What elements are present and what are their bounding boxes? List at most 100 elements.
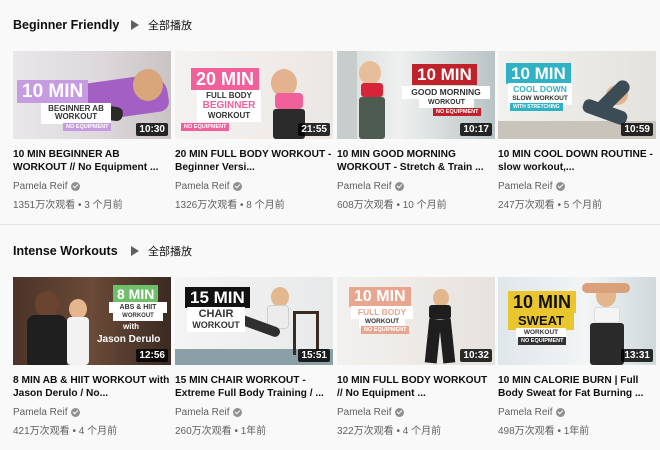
video-title[interactable]: 10 MIN GOOD MORNING WORKOUT - Stretch & … (337, 148, 495, 174)
thumbnail-guest-text: Jason Derulo (97, 334, 161, 345)
shelf-divider (0, 224, 660, 225)
thumbnail-tag-text: NO EQUIPMENT (181, 123, 230, 131)
video-thumbnail[interactable]: 10 MIN BEGINNER AB WORKOUT NO EQUIPMENT … (13, 51, 171, 139)
shelf-header: Intense Workouts 全部播放 (13, 243, 192, 259)
thumbnail-title-text: 10 MIN (412, 64, 477, 85)
verified-check-icon (395, 181, 405, 191)
video-meta: 247万次观看 • 5 个月前 (498, 200, 603, 211)
shelf-header: Beginner Friendly 全部播放 (13, 17, 192, 33)
thumbnail-title-text: 15 MIN (185, 287, 250, 308)
play-all-button[interactable]: 全部播放 (131, 17, 192, 33)
video-card[interactable]: 20 MIN FULL BODY BEGINNER WORKOUT NO EQU… (175, 51, 333, 211)
video-meta: 322万次观看 • 4 个月前 (337, 426, 442, 437)
thumbnail-person (359, 61, 381, 85)
thumbnail-person (271, 287, 289, 307)
video-meta: 260万次观看 • 1年前 (175, 426, 267, 437)
video-thumbnail[interactable]: 10 MIN COOL DOWN SLOW WORKOUT WITH STRET… (498, 51, 656, 139)
verified-check-icon (395, 407, 405, 417)
channel-name[interactable]: Pamela Reif (13, 407, 67, 418)
video-meta: 421万次观看 • 4 个月前 (13, 426, 118, 437)
video-title[interactable]: 10 MIN COOL DOWN ROUTINE - slow workout,… (498, 148, 656, 174)
thumbnail-title-text: 10 MIN (349, 287, 411, 307)
channel-row: Pamela Reif (337, 406, 495, 418)
thumbnail-title-text: 10 MIN (17, 80, 89, 103)
thumbnail-with-text: with (123, 322, 139, 331)
channel-row: Pamela Reif (175, 406, 333, 418)
play-all-label: 全部播放 (148, 20, 192, 32)
video-card[interactable]: 10 MIN SWEAT WORKOUT NO EQUIPMENT 13:31 … (498, 277, 656, 437)
shelf-title[interactable]: Intense Workouts (13, 244, 131, 258)
channel-name[interactable]: Pamela Reif (175, 181, 229, 192)
channel-row: Pamela Reif (13, 406, 171, 418)
video-card[interactable]: 8 MIN ABS & HIIT WORKOUT with Jason Deru… (13, 277, 171, 437)
channel-name[interactable]: Pamela Reif (498, 407, 552, 418)
video-duration: 21:55 (298, 123, 330, 136)
video-thumbnail[interactable]: 10 MIN GOOD MORNING WORKOUT NO EQUIPMENT… (337, 51, 495, 139)
thumbnail-tag-text: NO EQUIPMENT (518, 337, 567, 345)
thumbnail-title-text: 10 MIN (506, 63, 571, 84)
video-card[interactable]: 10 MIN BEGINNER AB WORKOUT NO EQUIPMENT … (13, 51, 171, 211)
thumbnail-title-text: 8 MIN (113, 285, 159, 303)
play-icon (131, 246, 139, 256)
video-title[interactable]: 10 MIN BEGINNER AB WORKOUT // No Equipme… (13, 148, 171, 174)
thumbnail-subtitle-text: SWEAT (508, 312, 574, 330)
video-title[interactable]: 15 MIN CHAIR WORKOUT - Extreme Full Body… (175, 374, 333, 400)
video-card[interactable]: 15 MIN CHAIR WORKOUT 15:51 15 MIN CHAIR … (175, 277, 333, 437)
play-icon (131, 20, 139, 30)
verified-check-icon (233, 407, 243, 417)
video-card[interactable]: 10 MIN FULL BODY WORKOUT NO EQUIPMENT 10… (337, 277, 495, 437)
video-title[interactable]: 20 MIN FULL BODY WORKOUT - Beginner Vers… (175, 148, 333, 174)
channel-name[interactable]: Pamela Reif (337, 407, 391, 418)
thumbnail-subtitle-text: WORKOUT (419, 97, 474, 109)
video-title[interactable]: 8 MIN AB & HIIT WORKOUT with Jason Derul… (13, 374, 171, 400)
video-duration: 10:59 (621, 123, 653, 136)
video-card[interactable]: 10 MIN COOL DOWN SLOW WORKOUT WITH STRET… (498, 51, 656, 211)
verified-check-icon (233, 181, 243, 191)
channel-row: Pamela Reif (13, 180, 171, 192)
thumbnail-subtitle-text: BEGINNER AB WORKOUT (41, 103, 111, 124)
channel-name[interactable]: Pamela Reif (175, 407, 229, 418)
channel-row: Pamela Reif (498, 180, 656, 192)
verified-check-icon (71, 407, 81, 417)
channel-row: Pamela Reif (337, 180, 495, 192)
video-meta: 1326万次观看 • 8 个月前 (175, 200, 285, 211)
video-thumbnail[interactable]: 10 MIN SWEAT WORKOUT NO EQUIPMENT 13:31 (498, 277, 656, 365)
thumbnail-title-text: 10 MIN (508, 291, 577, 313)
verified-check-icon (556, 407, 566, 417)
video-duration: 10:17 (460, 123, 492, 136)
video-thumbnail[interactable]: 20 MIN FULL BODY BEGINNER WORKOUT NO EQU… (175, 51, 333, 139)
video-thumbnail[interactable]: 10 MIN FULL BODY WORKOUT NO EQUIPMENT 10… (337, 277, 495, 365)
video-title[interactable]: 10 MIN CALORIE BURN | Full Body Sweat fo… (498, 374, 656, 400)
thumbnail-subtitle-text: WORKOUT (197, 110, 261, 123)
play-all-button[interactable]: 全部播放 (131, 243, 192, 259)
video-title[interactable]: 10 MIN FULL BODY WORKOUT // No Equipment… (337, 374, 495, 400)
thumbnail-title-text: 20 MIN (191, 68, 260, 90)
channel-name[interactable]: Pamela Reif (498, 181, 552, 192)
thumbnail-tag-text: NO EQUIPMENT (361, 326, 410, 334)
channel-name[interactable]: Pamela Reif (337, 181, 391, 192)
video-duration: 10:32 (460, 349, 492, 362)
channel-row: Pamela Reif (175, 180, 333, 192)
thumbnail-tag-text: NO EQUIPMENT (63, 123, 112, 131)
play-all-label: 全部播放 (148, 246, 192, 258)
video-thumbnail[interactable]: 15 MIN CHAIR WORKOUT 15:51 (175, 277, 333, 365)
channel-row: Pamela Reif (498, 406, 656, 418)
thumbnail-subtitle-text: WORKOUT (187, 319, 245, 333)
thumbnail-tag-text: WITH STRETCHING (510, 103, 563, 111)
video-meta: 498万次观看 • 1年前 (498, 426, 590, 437)
thumbnail-subtitle-text: WORKOUT (113, 311, 163, 322)
video-meta: 608万次观看 • 10 个月前 (337, 200, 447, 211)
thumbnail-person (35, 291, 59, 317)
video-card[interactable]: 10 MIN GOOD MORNING WORKOUT NO EQUIPMENT… (337, 51, 495, 211)
channel-name[interactable]: Pamela Reif (13, 181, 67, 192)
shelf-title[interactable]: Beginner Friendly (13, 18, 131, 32)
thumbnail-tag-text: NO EQUIPMENT (433, 108, 482, 116)
video-duration: 12:56 (136, 349, 168, 362)
video-duration: 15:51 (298, 349, 330, 362)
video-thumbnail[interactable]: 8 MIN ABS & HIIT WORKOUT with Jason Deru… (13, 277, 171, 365)
video-duration: 10:30 (136, 123, 168, 136)
verified-check-icon (71, 181, 81, 191)
verified-check-icon (556, 181, 566, 191)
video-duration: 13:31 (621, 349, 653, 362)
video-meta: 1351万次观看 • 3 个月前 (13, 200, 123, 211)
